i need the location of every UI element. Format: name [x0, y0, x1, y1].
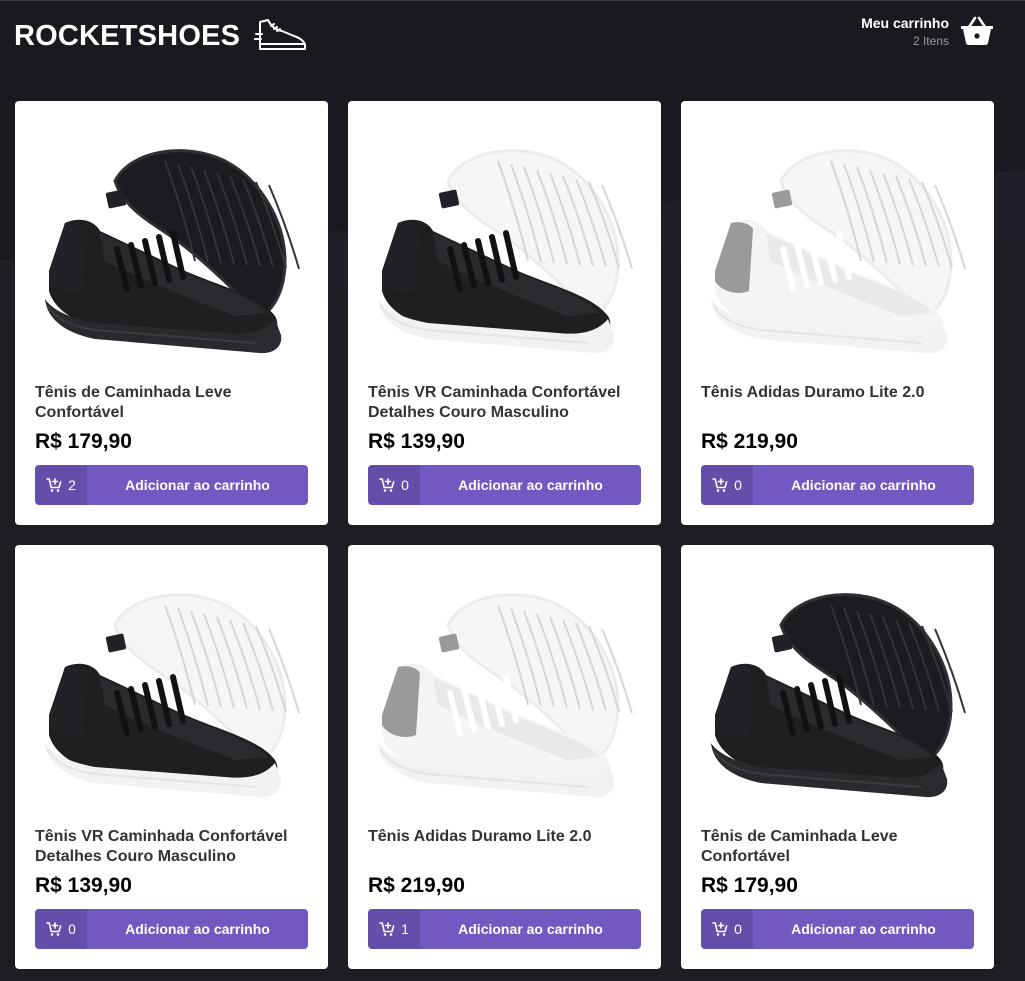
- product-card: Tênis VR Caminhada Confortável Detalhes …: [348, 101, 661, 525]
- product-card: Tênis VR Caminhada Confortável Detalhes …: [15, 545, 328, 969]
- logo-text: ROCKETSHOES: [14, 20, 241, 52]
- add-to-cart-label: Adicionar ao carrinho: [791, 477, 936, 493]
- quantity-value: 0: [734, 921, 742, 937]
- quantity-value: 0: [734, 477, 742, 493]
- add-to-cart-button[interactable]: 2 Adicionar ao carrinho: [35, 465, 308, 505]
- add-to-cart-button[interactable]: 0 Adicionar ao carrinho: [368, 465, 641, 505]
- app-header: ROCKETSHOES Meu carrinho 2 Itens: [0, 0, 1025, 80]
- product-card: Tênis Adidas Duramo Lite 2.0 R$ 219,90 0…: [681, 101, 994, 525]
- product-price: R$ 139,90: [35, 874, 132, 897]
- sneaker-icon: [254, 19, 307, 50]
- quantity-value: 0: [68, 921, 76, 937]
- add-to-cart-label: Adicionar ao carrinho: [791, 921, 936, 937]
- quantity-value: 2: [68, 477, 76, 493]
- cart-quantity: 0: [701, 465, 753, 505]
- add-to-cart-button[interactable]: 1 Adicionar ao carrinho: [368, 909, 641, 949]
- product-name: Tênis VR Caminhada Confortável Detalhes …: [35, 828, 288, 865]
- add-to-cart-icon: [712, 478, 728, 492]
- product-card: Tênis Adidas Duramo Lite 2.0 R$ 219,90 1…: [348, 545, 661, 969]
- cart-quantity: 1: [368, 909, 420, 949]
- product-image: [35, 565, 308, 815]
- product-price: R$ 179,90: [35, 430, 132, 453]
- product-name: Tênis Adidas Duramo Lite 2.0: [701, 384, 925, 401]
- basket-icon: [961, 16, 993, 45]
- add-to-cart-icon: [379, 922, 395, 936]
- add-to-cart-icon: [46, 922, 62, 936]
- cart-quantity: 0: [35, 909, 87, 949]
- cart-link[interactable]: Meu carrinho 2 Itens: [861, 12, 995, 48]
- cart-item-count: 2 Itens: [912, 34, 949, 48]
- quantity-value: 0: [401, 477, 409, 493]
- add-to-cart-label: Adicionar ao carrinho: [125, 921, 270, 937]
- add-to-cart-icon: [46, 478, 62, 492]
- product-image: [35, 121, 308, 371]
- cart-quantity: 2: [35, 465, 87, 505]
- add-to-cart-label: Adicionar ao carrinho: [458, 477, 603, 493]
- cart-quantity: 0: [368, 465, 420, 505]
- product-image: [368, 565, 641, 815]
- add-to-cart-label: Adicionar ao carrinho: [458, 921, 603, 937]
- cart-quantity: 0: [701, 909, 753, 949]
- add-to-cart-button[interactable]: 0 Adicionar ao carrinho: [701, 465, 974, 505]
- add-to-cart-icon: [712, 922, 728, 936]
- add-to-cart-label: Adicionar ao carrinho: [125, 477, 270, 493]
- product-name: Tênis VR Caminhada Confortável Detalhes …: [368, 384, 621, 421]
- product-card: Tênis de Caminhada Leve Confortável R$ 1…: [15, 101, 328, 525]
- logo-link[interactable]: ROCKETSHOES: [14, 12, 308, 60]
- product-name: Tênis de Caminhada Leve Confortável: [35, 384, 232, 421]
- add-to-cart-icon: [379, 478, 395, 492]
- product-card: Tênis de Caminhada Leve Confortável R$ 1…: [681, 545, 994, 969]
- product-price: R$ 139,90: [368, 430, 465, 453]
- product-price: R$ 219,90: [368, 874, 465, 897]
- quantity-value: 1: [401, 921, 409, 937]
- product-price: R$ 179,90: [701, 874, 798, 897]
- add-to-cart-button[interactable]: 0 Adicionar ao carrinho: [701, 909, 974, 949]
- product-price: R$ 219,90: [701, 430, 798, 453]
- product-name: Tênis Adidas Duramo Lite 2.0: [368, 828, 592, 845]
- cart-title: Meu carrinho: [861, 15, 949, 31]
- product-image: [701, 121, 974, 371]
- product-image: [368, 121, 641, 371]
- add-to-cart-button[interactable]: 0 Adicionar ao carrinho: [35, 909, 308, 949]
- product-name: Tênis de Caminhada Leve Confortável: [701, 828, 898, 865]
- cart-info: Meu carrinho 2 Itens: [861, 12, 949, 48]
- product-list: Tênis de Caminhada Leve Confortável R$ 1…: [15, 101, 994, 969]
- product-image: [701, 565, 974, 815]
